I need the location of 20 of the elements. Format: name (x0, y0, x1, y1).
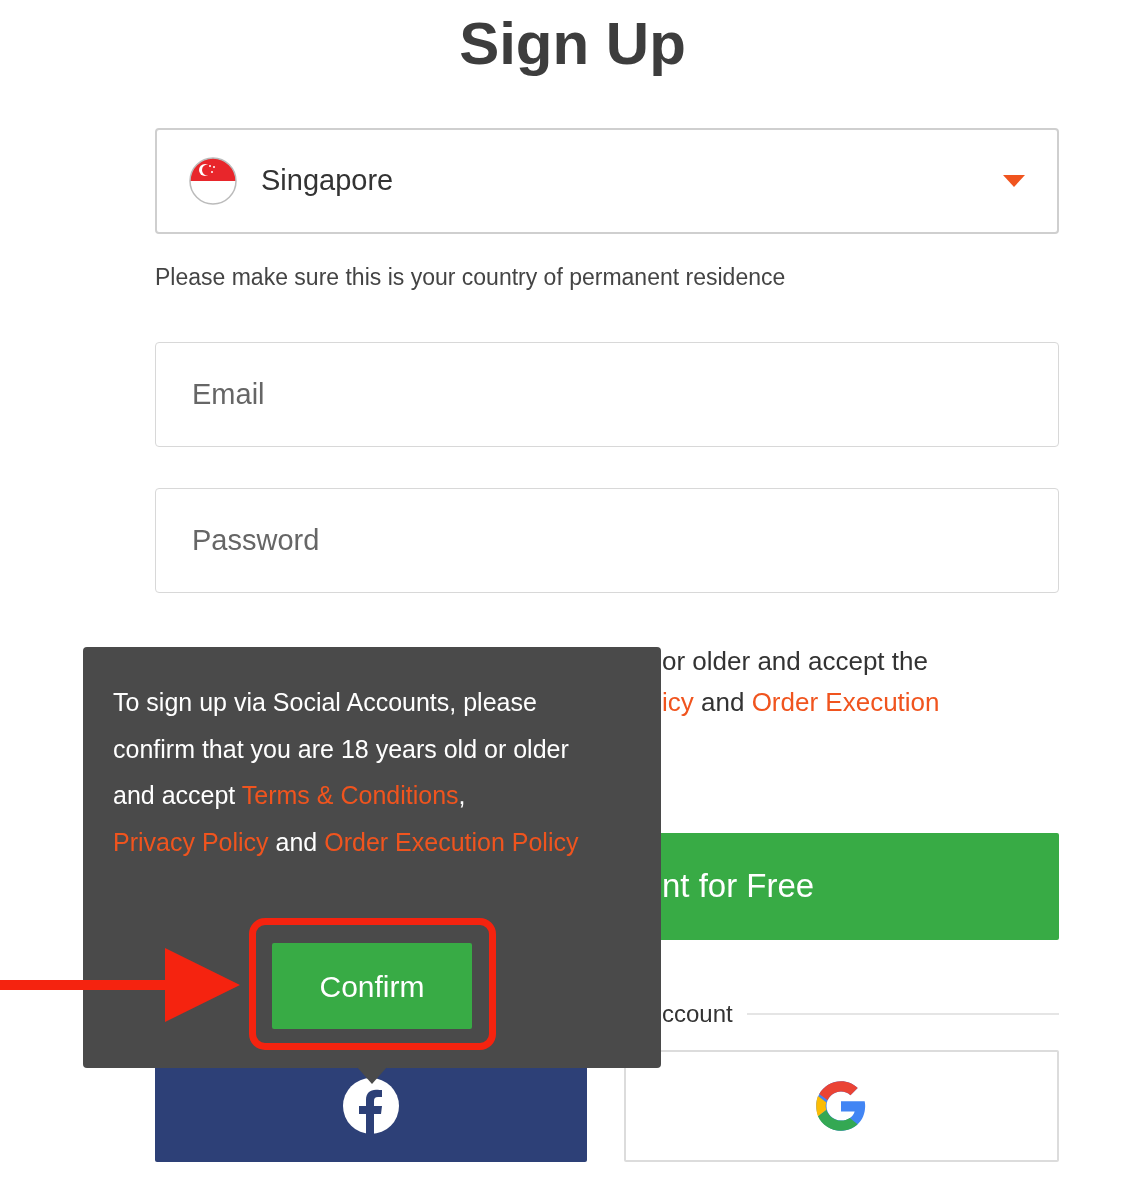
caret-icon (1003, 175, 1025, 187)
email-field[interactable]: Email (155, 341, 1059, 447)
password-field[interactable]: Password (155, 487, 1059, 593)
flag-icon (189, 157, 237, 205)
terms-text: or older and accept the (662, 644, 929, 678)
select-value: Singapore (261, 163, 394, 199)
tooltip-link[interactable]: Order Execution Policy (324, 827, 579, 856)
tooltip-link[interactable]: Privacy Policy (113, 827, 269, 856)
terms-link[interactable]: Order Execution (751, 686, 940, 717)
page-title: Sign Up (458, 9, 687, 79)
facebook-icon (342, 1077, 399, 1134)
hint-text: Please make sure this is your country of permanent residence (155, 263, 787, 292)
country-select[interactable]: Singapore (155, 128, 1059, 234)
terms-link[interactable]: icy (662, 686, 694, 717)
terms-text: icy and Order Execution (662, 685, 941, 719)
confirm-button[interactable]: Confirm (272, 943, 472, 1029)
divider-label: ccount (661, 998, 733, 1029)
tooltip-text: To sign up via Social Accounts, please confirm that you are 18 years old or older and accept Terms & Conditions, Privacy Policy and Order Execution Policy (113, 687, 580, 858)
google-button[interactable] (623, 1049, 1059, 1162)
tooltip-link[interactable]: Terms & Conditions (241, 781, 459, 809)
